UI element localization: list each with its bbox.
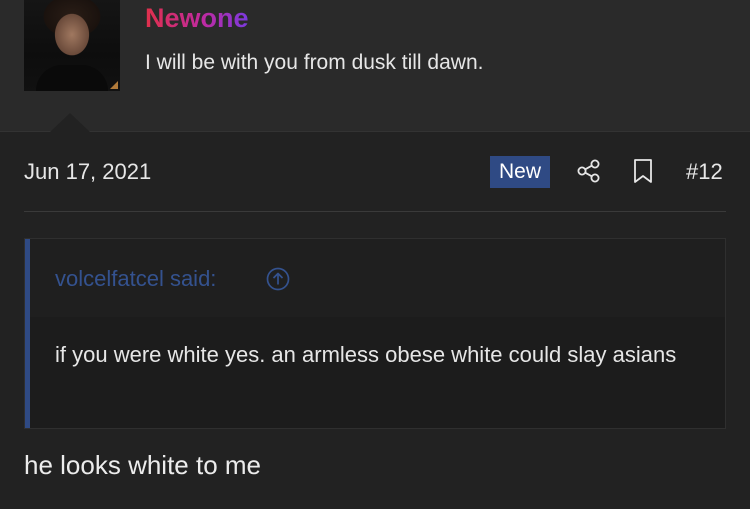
quote-header: volcelfatcel said: xyxy=(30,239,725,317)
bookmark-icon[interactable] xyxy=(632,158,654,184)
quote-block: volcelfatcel said: if you were white yes… xyxy=(24,238,726,429)
post-meta-row: Jun 17, 2021 New #12 xyxy=(0,150,750,194)
header-pointer xyxy=(50,113,90,132)
forum-post: Newone I will be with you from dusk till… xyxy=(0,0,750,509)
avatar[interactable] xyxy=(24,0,120,91)
divider xyxy=(24,211,726,212)
share-icon[interactable] xyxy=(576,158,602,184)
post-date-link[interactable]: Jun 17, 2021 xyxy=(24,159,151,185)
quote-author-link[interactable]: volcelfatcel said: xyxy=(55,266,216,292)
reply-text: he looks white to me xyxy=(24,450,262,480)
user-title: I will be with you from dusk till dawn. xyxy=(145,51,484,74)
author-header: Newone I will be with you from dusk till… xyxy=(0,0,750,132)
arrow-up-circle-icon[interactable] xyxy=(266,267,290,291)
avatar-badge-icon xyxy=(110,81,118,89)
quote-body: if you were white yes. an armless obese … xyxy=(55,342,677,367)
new-badge: New xyxy=(490,156,550,188)
post-number-link[interactable]: #12 xyxy=(686,159,723,185)
username-link[interactable]: Newone xyxy=(145,2,249,34)
